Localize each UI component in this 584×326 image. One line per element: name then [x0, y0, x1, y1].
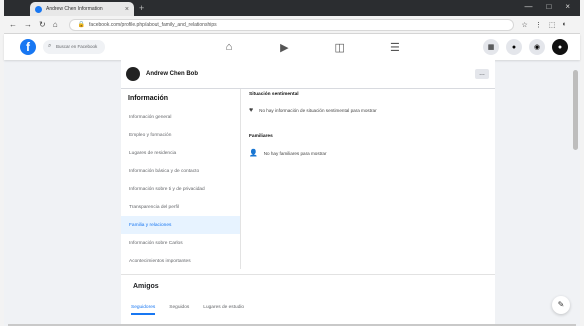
heart-icon: ♥ [249, 107, 254, 114]
tab-study-places[interactable]: Lugares de estudio [203, 305, 244, 315]
home-icon[interactable]: ⌂ [217, 37, 241, 57]
profile-icon[interactable]: ◐ [562, 21, 566, 29]
new-tab-button[interactable]: + [139, 3, 144, 13]
relationship-row: ♥ No hay información de situación sentim… [249, 107, 484, 114]
facebook-logo[interactable]: f [20, 39, 36, 55]
minimize-button[interactable]: — [524, 2, 532, 11]
tab-title: Andrew Chen Information [46, 6, 103, 12]
search-icon: ⌕ [48, 43, 52, 49]
about-item[interactable]: Acontecimientos importantes [121, 252, 240, 270]
extension-icon[interactable]: ⬚ [549, 21, 556, 29]
address-bar: ← → ↻ ⌂ 🔒 facebook.com/profile.php/about… [4, 16, 580, 34]
about-item[interactable]: Información sobre Carlos [121, 234, 240, 252]
messenger-icon[interactable]: ● [506, 39, 522, 55]
family-title: Familiares [249, 134, 273, 139]
tab-close-button[interactable]: × [125, 6, 129, 13]
groups-icon[interactable]: ☰ [383, 37, 407, 57]
new-message-button[interactable]: ✎ [552, 296, 570, 314]
about-card: Información Información general Empleo y… [121, 88, 495, 269]
facebook-header: f ⌕ Buscar en Facebook ⌂ ▶ ◫ ☰ ▦ ● ◉ ● [4, 34, 580, 60]
maximize-button[interactable]: □ [546, 2, 551, 11]
relationship-text: No hay información de situación sentimen… [259, 108, 377, 113]
url-field[interactable]: 🔒 facebook.com/profile.php/about_family_… [68, 18, 514, 31]
window-controls: — □ × [524, 2, 570, 11]
profile-picture[interactable] [126, 67, 140, 81]
tab-following[interactable]: Seguidos [169, 305, 189, 315]
about-item[interactable]: Información general [121, 108, 240, 126]
about-title: Información [128, 95, 169, 102]
back-button[interactable]: ← [9, 20, 17, 29]
marketplace-icon[interactable]: ◫ [328, 37, 352, 57]
relationship-section: Situación sentimental ♥ No hay informaci… [249, 92, 484, 114]
menu-grid-icon[interactable]: ▦ [483, 39, 499, 55]
browser-window: Andrew Chen Information × + — □ × ← → ↻ … [0, 0, 584, 326]
address-icons: ☆ ⋮ ⬚ ◐ [522, 21, 567, 29]
about-sidebar: Información Información general Empleo y… [121, 89, 241, 269]
home-button[interactable]: ⌂ [53, 20, 58, 29]
friends-card: Amigos Seguidores Seguidos Lugares de es… [121, 274, 495, 325]
account-controls: ▦ ● ◉ ● [483, 39, 568, 55]
title-bar: Andrew Chen Information × + — □ × [4, 0, 580, 16]
watch-icon[interactable]: ▶ [272, 37, 296, 57]
friends-tabs: Seguidores Seguidos Lugares de estudio [131, 305, 244, 315]
url-text: facebook.com/profile.php/about_family_an… [89, 21, 217, 28]
profile-page: Andrew Chen Bob … Información Informació… [121, 60, 495, 325]
friends-title: Amigos [133, 283, 159, 290]
about-content: Situación sentimental ♥ No hay informaci… [249, 92, 484, 268]
tab-followers[interactable]: Seguidores [131, 305, 156, 315]
favicon-icon [35, 5, 42, 13]
about-item[interactable]: Transparencia del perfil [121, 198, 240, 216]
relationship-title: Situación sentimental [249, 92, 299, 97]
close-window-button[interactable]: × [565, 2, 570, 11]
notifications-icon[interactable]: ◉ [529, 39, 545, 55]
account-avatar[interactable]: ● [552, 39, 568, 55]
lock-icon: 🔒 [77, 22, 86, 28]
search-field[interactable]: ⌕ Buscar en Facebook [43, 40, 105, 54]
person-icon: 👤 [249, 150, 258, 157]
profile-header: Andrew Chen Bob … [126, 64, 489, 84]
family-section: Familiares 👤 No hay familiares para most… [249, 134, 484, 157]
bookmark-icon[interactable]: ☆ [522, 21, 528, 29]
about-item[interactable]: Lugares de residencia [121, 144, 240, 162]
family-text: No hay familiares para mostrar [263, 150, 327, 156]
page-scrollbar[interactable] [573, 70, 578, 150]
more-options-button[interactable]: … [475, 69, 489, 79]
main-navigation: ⌂ ▶ ◫ ☰ [217, 37, 407, 57]
search-placeholder: Buscar en Facebook [56, 44, 98, 49]
menu-icon[interactable]: ⋮ [535, 21, 542, 29]
reload-button[interactable]: ↻ [39, 20, 46, 29]
about-item[interactable]: Empleo y formación [121, 126, 240, 144]
about-item-active[interactable]: Familia y relaciones [121, 216, 240, 234]
browser-tab[interactable]: Andrew Chen Information × [30, 2, 134, 16]
about-item[interactable]: Información básica y de contacto [121, 162, 240, 180]
about-item[interactable]: Información sobre ti y de privacidad [121, 180, 240, 198]
family-row: 👤 No hay familiares para mostrar [249, 149, 484, 157]
forward-button[interactable]: → [24, 20, 32, 29]
profile-name[interactable]: Andrew Chen Bob [146, 71, 198, 77]
